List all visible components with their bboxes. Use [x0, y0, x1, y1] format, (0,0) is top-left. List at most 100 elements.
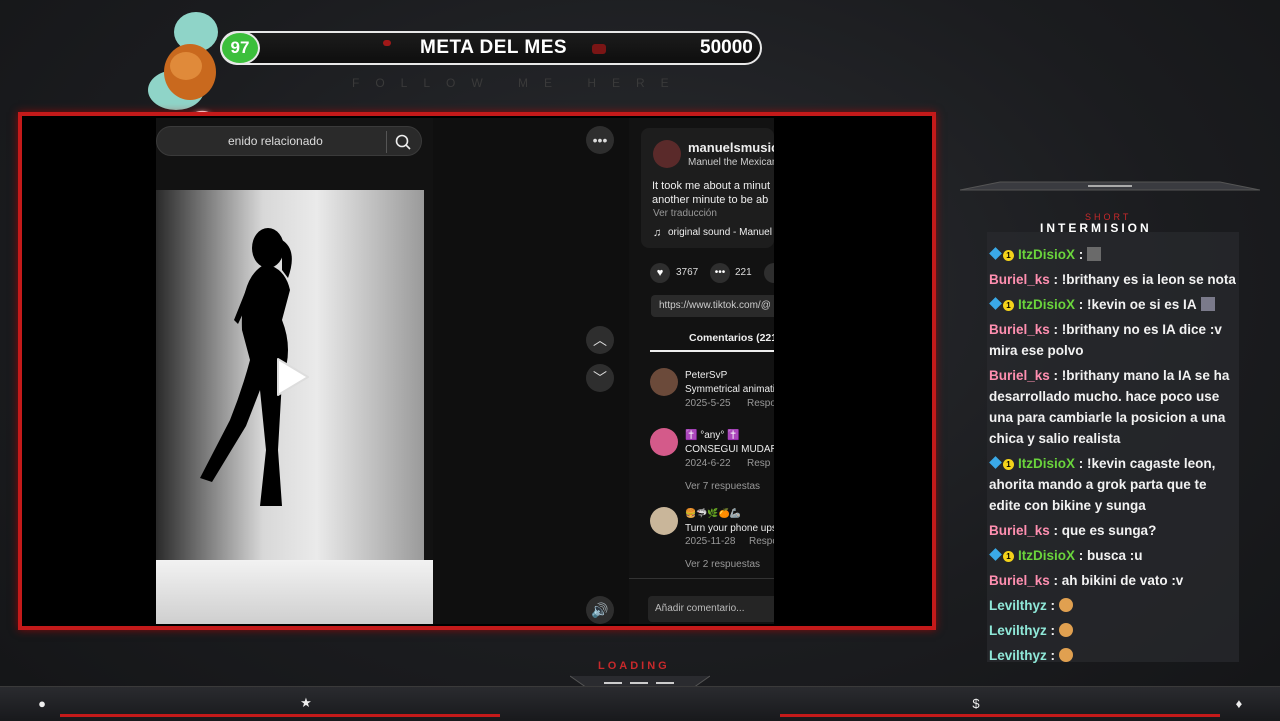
- comment-avatar[interactable]: [650, 507, 678, 535]
- chat-username[interactable]: Levilthyz: [989, 648, 1047, 663]
- chat-username[interactable]: Levilthyz: [989, 598, 1047, 613]
- chat-username[interactable]: Buriel_ks: [989, 573, 1050, 588]
- youtube-icon: [592, 44, 606, 54]
- chat-message: Buriel_ks : que es sunga?: [989, 520, 1239, 541]
- chat-message: 1 ItzDisioX : busca :u: [989, 545, 1239, 566]
- diamond-badge-icon: [989, 456, 1002, 469]
- goal-target-value: 50000: [700, 37, 753, 59]
- chevron-up-icon[interactable]: ︿: [586, 326, 614, 354]
- chat-username[interactable]: Levilthyz: [989, 623, 1047, 638]
- coin-badge-icon: 1: [1003, 300, 1014, 311]
- diamond-badge-icon: [989, 297, 1002, 310]
- view-replies-link[interactable]: Ver 2 respuestas: [685, 559, 760, 570]
- chat-username[interactable]: ItzDisioX: [1018, 548, 1075, 563]
- left-panel: [24, 118, 156, 624]
- volume-icon[interactable]: 🔊: [586, 596, 614, 624]
- reply-link[interactable]: Resp: [747, 458, 770, 469]
- coin-badge-icon: 1: [1003, 459, 1014, 470]
- sound-name[interactable]: original sound - Manuel: [668, 227, 772, 238]
- chevron-down-icon[interactable]: ﹀: [586, 364, 614, 392]
- chat-text: :: [1047, 648, 1055, 663]
- author-name: Manuel the Mexican: [688, 157, 778, 168]
- comment-date: 2025-5-25: [685, 398, 731, 409]
- comment-text: CONSEGUI MUDAR: [685, 444, 778, 455]
- chat-message: Buriel_ks : !brithany no es IA dice :v m…: [989, 319, 1239, 361]
- author-handle[interactable]: manuelsmusic: [688, 140, 778, 155]
- chat-text: : ah bikini de vato :v: [1050, 573, 1184, 588]
- chat-message: 1ItzDisioX : !kevin cagaste leon, ahorit…: [989, 453, 1239, 516]
- play-icon[interactable]: [268, 355, 312, 399]
- tab-underline: [650, 350, 774, 352]
- coin-badge-icon: 1: [1003, 250, 1014, 261]
- follow-me-text: FOLLOW ME HERE: [352, 76, 685, 90]
- divider: [629, 578, 774, 579]
- chat-text: : que es sunga?: [1050, 523, 1157, 538]
- view-replies-link[interactable]: Ver 7 respuestas: [685, 481, 760, 492]
- drop-icon[interactable]: ♦: [1228, 692, 1250, 714]
- chat-text: :: [1047, 598, 1055, 613]
- chat-text: : !kevin oe si es IA: [1075, 297, 1197, 312]
- chat-message: Buriel_ks : !brithany mano la IA se ha d…: [989, 365, 1239, 449]
- chat-message: 1 ItzDisioX :: [989, 244, 1239, 265]
- chat-text: :: [1075, 247, 1083, 262]
- chat-username[interactable]: Buriel_ks: [989, 368, 1050, 383]
- caption-line-2: another minute to be ab: [652, 194, 768, 206]
- video-floor: [156, 560, 433, 624]
- star-icon[interactable]: ★: [295, 692, 317, 714]
- reply-link[interactable]: Respo: [747, 398, 776, 409]
- chat-username[interactable]: ItzDisioX: [1018, 456, 1075, 471]
- goal-current-value: 97: [220, 31, 260, 65]
- chat-text: :: [1047, 623, 1055, 638]
- loading-label: LOADING: [598, 660, 670, 672]
- more-options-icon[interactable]: •••: [586, 126, 614, 154]
- comment-avatar[interactable]: [650, 368, 678, 396]
- search-placeholder: enido relacionado: [228, 134, 323, 148]
- dollar-icon[interactable]: $: [965, 692, 987, 714]
- search-icon[interactable]: [394, 133, 412, 151]
- emote-icon: [1059, 648, 1073, 662]
- emote-icon: [1201, 297, 1215, 311]
- emote-icon: [1059, 598, 1073, 612]
- likes-count: 3767: [676, 267, 698, 278]
- chat-message: Buriel_ks : ah bikini de vato :v: [989, 570, 1239, 591]
- chat-message: Levilthyz :: [989, 595, 1239, 616]
- link-text: https://www.tiktok.com/@: [659, 300, 771, 311]
- comment-user[interactable]: PeterSvP: [685, 370, 727, 381]
- goal-title: META DEL MES: [420, 37, 567, 59]
- search-divider: [386, 131, 387, 153]
- emote-icon: [1087, 247, 1101, 261]
- comment-text: Turn your phone ups: [685, 523, 777, 534]
- chat-username[interactable]: ItzDisioX: [1018, 247, 1075, 262]
- comments-count: 221: [735, 267, 752, 278]
- emote-icon: [1059, 623, 1073, 637]
- coin-badge-icon: 1: [1003, 551, 1014, 562]
- tab-comments[interactable]: Comentarios (221): [689, 332, 781, 344]
- chat-text: : !brithany es ia leon se nota: [1050, 272, 1236, 287]
- comment-icon[interactable]: •••: [710, 263, 730, 283]
- chat-username[interactable]: Buriel_ks: [989, 272, 1050, 287]
- author-avatar[interactable]: [653, 140, 681, 168]
- heart-icon[interactable]: ♥: [650, 263, 670, 283]
- user-icon[interactable]: ●: [31, 692, 53, 714]
- chat-message: Levilthyz :: [989, 645, 1239, 666]
- bottom-red-strip: [780, 714, 1220, 717]
- chat-username[interactable]: Buriel_ks: [989, 523, 1050, 538]
- chat-message: Buriel_ks : !brithany es ia leon se nota: [989, 269, 1239, 290]
- bottom-red-strip: [60, 714, 500, 717]
- comment-text: Symmetrical animati: [685, 384, 775, 395]
- comment-user[interactable]: 🍔🦈🌿🍊🦾: [685, 508, 741, 519]
- chat-message: 1 ItzDisioX : !kevin oe si es IA: [989, 294, 1239, 315]
- caption-line-1: It took me about a minut: [652, 180, 770, 192]
- see-translation-link[interactable]: Ver traducción: [653, 208, 717, 219]
- comment-date: 2025-11-28: [685, 536, 735, 547]
- comment-date: 2024-6-22: [685, 458, 731, 469]
- chat-header-decoration: [960, 178, 1260, 194]
- add-comment-placeholder: Añadir comentario...: [655, 603, 745, 614]
- chat-text: : busca :u: [1075, 548, 1143, 563]
- comment-avatar[interactable]: [650, 428, 678, 456]
- diamond-badge-icon: [989, 247, 1002, 260]
- comment-user[interactable]: ✝️ °any° ✝️: [685, 430, 740, 441]
- chat-username[interactable]: Buriel_ks: [989, 322, 1050, 337]
- chat-username[interactable]: ItzDisioX: [1018, 297, 1075, 312]
- goal-decoration: [383, 40, 391, 46]
